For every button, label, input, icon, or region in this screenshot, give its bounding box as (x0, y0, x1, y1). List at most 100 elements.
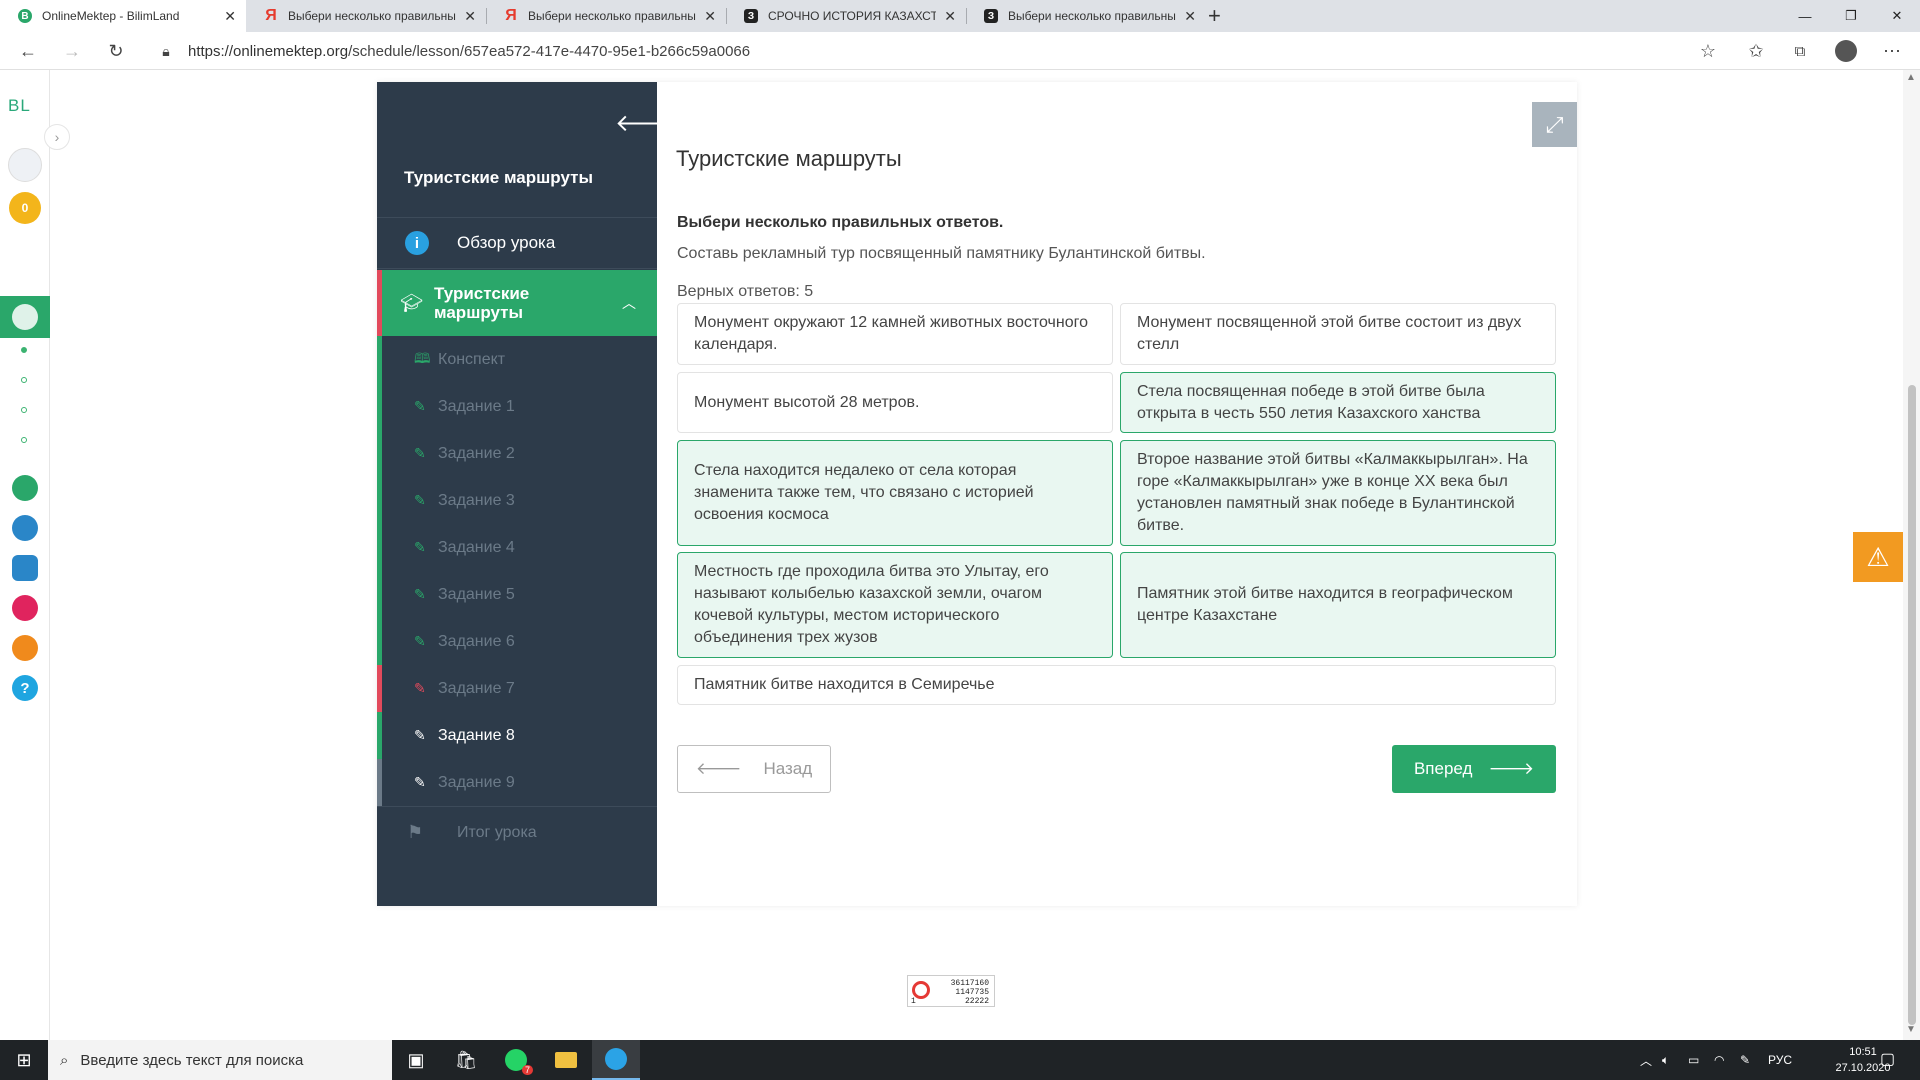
sidebar-item-task-7[interactable]: ✎ Задание 7 (377, 665, 657, 712)
info-icon: i (405, 231, 429, 255)
restore-icon[interactable]: ❐ (1828, 0, 1874, 32)
checklist-app-icon[interactable] (12, 555, 38, 581)
onlinemektep-icon (12, 304, 38, 330)
forward-arrow-icon[interactable]: → (60, 39, 84, 63)
sidebar-item-task-2[interactable]: ✎ Задание 2 (377, 430, 657, 477)
answer-option-6[interactable]: Второе название этой битвы «Калмаккырылг… (1120, 440, 1556, 546)
sidebar-item-task-1[interactable]: ✎ Задание 1 (377, 383, 657, 430)
scrollbar-thumb[interactable] (1908, 385, 1916, 1025)
pen-icon[interactable]: ✎ (1740, 1040, 1750, 1080)
menu-dots-icon[interactable]: ⋯ (1880, 39, 1904, 63)
coins-badge[interactable]: 0 (9, 192, 41, 224)
address-bar[interactable]: https://onlinemektep.org/schedule/lesson… (188, 43, 750, 60)
close-tab-icon[interactable]: ✕ (464, 8, 476, 25)
task-view-icon[interactable]: ▣ (392, 1040, 440, 1080)
back-button[interactable]: 🡐 Назад (677, 745, 831, 793)
sidebar-item-konspekt[interactable]: 🕮 Конспект (377, 336, 657, 383)
answer-option-1[interactable]: Монумент окружают 12 камней животных вос… (677, 303, 1113, 365)
browser-tab-1[interactable]: Я Выбери несколько правильны ✕ (246, 0, 486, 32)
sidebar-item-task-6[interactable]: ✎ Задание 6 (377, 618, 657, 665)
sidebar-item-label: Задание 9 (438, 773, 515, 791)
answer-option-5[interactable]: Стела находится недалеко от села которая… (677, 440, 1113, 546)
sidebar-item-label: Задание 8 (438, 726, 515, 744)
rail-dot-1[interactable] (21, 347, 27, 353)
close-tab-icon[interactable]: ✕ (704, 8, 716, 25)
sidebar-item-overview[interactable]: i Обзор урока (377, 217, 657, 269)
close-window-icon[interactable]: ✕ (1874, 0, 1920, 32)
znanija-icon: З (744, 9, 758, 23)
whatsapp-icon[interactable]: 7 (492, 1040, 540, 1080)
answer-option-text: Монумент окружают 12 камней животных вос… (694, 314, 1088, 353)
minimize-icon[interactable]: — (1782, 0, 1828, 32)
answer-option-text: Местность где проходила битва это Улытау… (694, 563, 1049, 646)
fullscreen-icon[interactable]: ⤢ (1532, 102, 1577, 147)
answer-option-8[interactable]: Памятник этой битве находится в географи… (1120, 552, 1556, 658)
sidebar-item-task-4[interactable]: ✎ Задание 4 (377, 524, 657, 571)
edge-browser-icon[interactable] (592, 1040, 640, 1080)
sidebar-section-label: Туристские маршруты (434, 284, 530, 322)
answer-option-4[interactable]: Стела посвященная победе в этой битве бы… (1120, 372, 1556, 433)
browser-tab-3[interactable]: З СРОЧНО ИСТОРИЯ КАЗАХСТАН ✕ (726, 0, 966, 32)
browser-tab-4[interactable]: З Выбери несколько правильны ✕ (966, 0, 1206, 32)
back-arrow-icon[interactable]: ← (16, 39, 40, 63)
user-avatar[interactable] (8, 148, 42, 182)
answer-option-3[interactable]: Монумент высотой 28 метров. (677, 372, 1113, 433)
rail-dot-3[interactable] (21, 407, 27, 413)
sidebar-item-summary[interactable]: ⚑ Итог урока (377, 806, 657, 858)
profile-avatar[interactable] (1834, 39, 1858, 63)
collections-icon[interactable]: ⧉ (1788, 39, 1812, 63)
notifications-icon[interactable]: ▢ (1880, 1049, 1895, 1069)
edit-icon: ✎ (414, 633, 426, 649)
sidebar-item-task-3[interactable]: ✎ Задание 3 (377, 477, 657, 524)
back-arrow-icon[interactable]: 🡐 (615, 108, 679, 138)
rail-active-item[interactable] (0, 296, 50, 338)
rail-expand-chevron-icon[interactable]: › (44, 124, 70, 150)
sidebar-item-task-8[interactable]: ✎ Задание 8 (377, 712, 657, 759)
sidebar-item-task-5[interactable]: ✎ Задание 5 (377, 571, 657, 618)
search-placeholder: Введите здесь текст для поиска (80, 1051, 304, 1069)
browser-tab-2[interactable]: Я Выбери несколько правильны ✕ (486, 0, 726, 32)
language-indicator[interactable]: РУС (1768, 1040, 1792, 1080)
answer-option-2[interactable]: Монумент посвященной этой битве состоит … (1120, 303, 1556, 365)
twig-app-icon[interactable] (12, 595, 38, 621)
sidebar-item-task-9[interactable]: ✎ Задание 9 (377, 759, 657, 806)
tray-chevron-icon[interactable]: ︿ (1640, 1040, 1652, 1080)
close-tab-icon[interactable]: ✕ (1184, 8, 1196, 25)
sidebar-section-routes[interactable]: 🎓︎ Туристские маршруты ︿ (377, 270, 657, 336)
refresh-icon[interactable]: ↻ (104, 39, 128, 63)
browser-tab-0[interactable]: B OnlineMektep - BilimLand ✕ (0, 0, 246, 32)
battery-icon[interactable]: ▭ (1688, 1040, 1699, 1080)
favorite-star-icon[interactable]: ☆ (1696, 39, 1720, 63)
answer-option-7[interactable]: Местность где проходила битва это Улытау… (677, 552, 1113, 658)
windows-taskbar: ⊞ ⌕ Введите здесь текст для поиска ▣ 🛍︎ … (0, 1040, 1920, 1080)
bilimland-app-icon[interactable] (12, 475, 38, 501)
tab-title: СРОЧНО ИСТОРИЯ КАЗАХСТАН (768, 9, 937, 23)
store-icon[interactable]: 🛍︎ (442, 1040, 490, 1080)
visit-counter[interactable]: 36117160 1147735 22222 1 (907, 975, 995, 1007)
volume-icon[interactable]: 🔈︎ (1662, 1040, 1669, 1080)
counter-value: 22222 (964, 997, 989, 1006)
scroll-down-icon[interactable]: ▼ (1906, 1024, 1916, 1035)
help-icon[interactable]: ? (12, 675, 38, 701)
edit-icon: ✎ (414, 774, 426, 790)
sidebar-item-label: Итог урока (457, 823, 537, 841)
taskbar-search[interactable]: ⌕ Введите здесь текст для поиска (48, 1040, 392, 1080)
windows-start-icon[interactable]: ⊞ (0, 1040, 48, 1080)
scroll-up-icon[interactable]: ▲ (1906, 72, 1916, 83)
next-button[interactable]: Вперед 🡒 (1392, 745, 1556, 793)
bilimbook-app-icon[interactable] (12, 515, 38, 541)
sidebar-item-label: Задание 4 (438, 538, 515, 556)
file-explorer-icon[interactable] (542, 1040, 590, 1080)
close-tab-icon[interactable]: ✕ (944, 8, 956, 25)
favorites-list-icon[interactable]: ✩ (1744, 39, 1768, 63)
new-tab-icon[interactable]: + (1208, 3, 1221, 29)
orange-app-icon[interactable] (12, 635, 38, 661)
rail-dot-4[interactable] (21, 437, 27, 443)
answer-option-9[interactable]: Памятник битве находится в Семиречье (677, 665, 1556, 705)
close-tab-icon[interactable]: ✕ (224, 8, 236, 25)
lock-icon[interactable]: 🔒︎ (154, 39, 178, 63)
wifi-icon[interactable]: ◠ (1714, 1040, 1724, 1080)
yandex-icon: Я (265, 7, 277, 24)
warning-icon[interactable]: ⚠ (1853, 532, 1903, 582)
rail-dot-2[interactable] (21, 377, 27, 383)
